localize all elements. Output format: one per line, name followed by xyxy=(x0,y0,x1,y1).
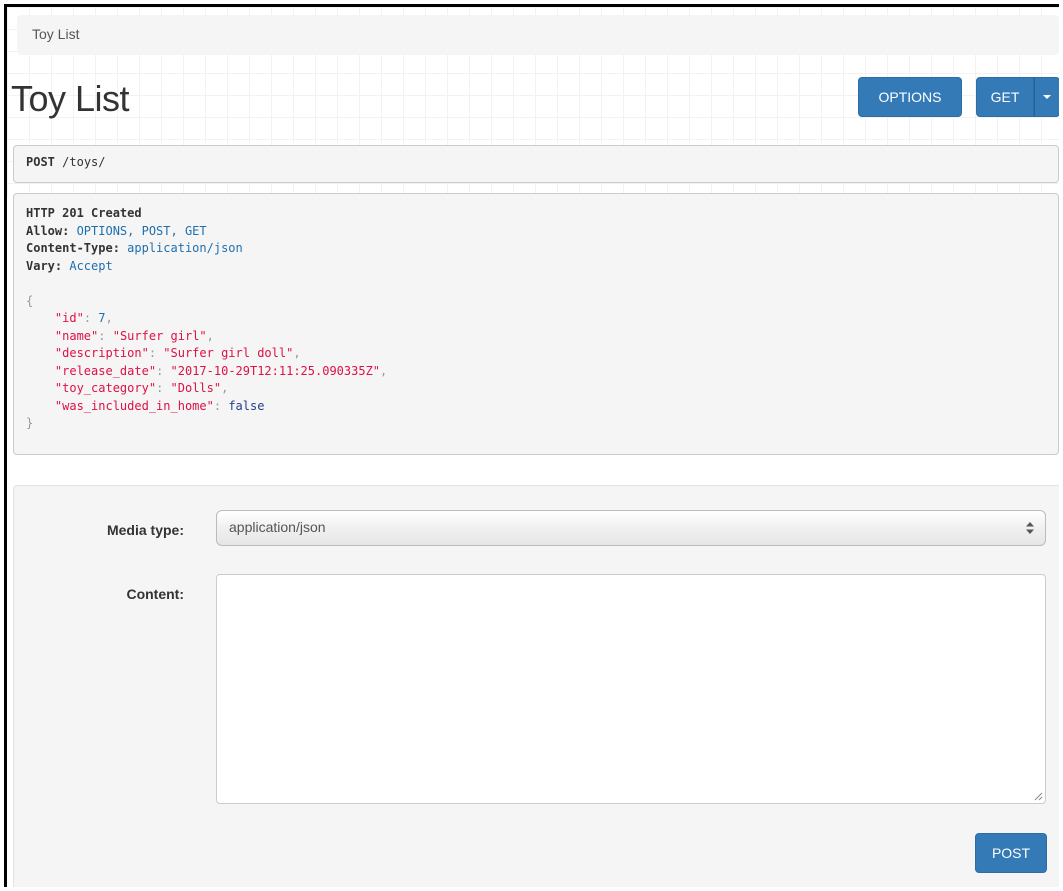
request-method: POST xyxy=(26,155,55,169)
json-field-release-date: "release_date": "2017-10-29T12:11:25.090… xyxy=(54,363,388,378)
json-close-brace: } xyxy=(26,416,34,430)
json-key: "toy_category" xyxy=(54,381,157,395)
response-status-line: HTTP 201 Created xyxy=(26,205,1046,223)
get-button[interactable]: GET xyxy=(976,77,1034,117)
json-field-id: "id": 7, xyxy=(54,311,113,325)
json-value: "Surfer girl" xyxy=(112,328,207,343)
caret-down-icon xyxy=(1043,95,1051,99)
media-type-select[interactable]: application/json xyxy=(216,510,1046,546)
resize-grip-icon[interactable] xyxy=(1033,791,1043,801)
json-key: "was_included_in_home" xyxy=(54,398,214,413)
content-textarea[interactable] xyxy=(216,574,1046,804)
page-title: Toy List xyxy=(11,78,130,119)
media-type-label: Media type: xyxy=(106,522,184,538)
json-value: "2017-10-29T12:11:25.090335Z" xyxy=(170,363,381,378)
json-key: "name" xyxy=(54,328,99,343)
get-format-dropdown-toggle[interactable] xyxy=(1034,77,1059,117)
header-key-allow: Allow xyxy=(26,223,63,238)
response-header-content-type: Content-Type: application/json xyxy=(26,241,243,255)
json-field-toy-category: "toy_category": "Dolls", xyxy=(54,381,229,395)
json-value: 7 xyxy=(98,311,106,325)
json-value: "Surfer girl doll" xyxy=(163,346,294,360)
header-key-vary: Vary xyxy=(26,258,55,273)
header-value-vary: Accept xyxy=(69,258,113,273)
header-value-content-type: application/json xyxy=(127,241,243,255)
raw-data-form: Media type: application/json Content: PO… xyxy=(13,485,1059,887)
options-button[interactable]: OPTIONS xyxy=(858,77,962,117)
response-header-vary: Vary: Accept xyxy=(26,258,113,273)
response-header-allow: Allow: OPTIONS, POST, GET xyxy=(26,223,207,238)
json-value: false xyxy=(228,398,265,413)
browser-page: Toy List Toy List OPTIONS GET POST /toys… xyxy=(4,4,1059,887)
json-key: "description" xyxy=(54,346,149,360)
breadcrumb-item-toy-list[interactable]: Toy List xyxy=(32,26,79,42)
post-button[interactable]: POST xyxy=(975,833,1047,873)
response-info: HTTP 201 Created Allow: OPTIONS, POST, GE… xyxy=(13,193,1059,455)
json-value: "Dolls" xyxy=(170,381,222,395)
breadcrumb: Toy List xyxy=(17,15,1059,55)
json-field-name: "name": "Surfer girl", xyxy=(54,328,214,343)
request-info: POST /toys/ xyxy=(13,145,1059,183)
content-label: Content: xyxy=(126,586,184,602)
header-value-allow: OPTIONS, POST, GET xyxy=(76,223,207,238)
media-type-selected-value: application/json xyxy=(229,519,326,535)
response-status: HTTP 201 Created xyxy=(26,206,142,220)
select-updown-icon xyxy=(1026,522,1034,534)
json-open-brace: { xyxy=(26,293,34,308)
json-field-description: "description": "Surfer girl doll", xyxy=(54,346,301,360)
request-path: /toys/ xyxy=(62,155,106,169)
json-key: "id" xyxy=(54,311,84,325)
json-field-was-included-in-home: "was_included_in_home": false xyxy=(54,398,265,413)
header-key-content-type: Content-Type xyxy=(26,241,113,255)
json-key: "release_date" xyxy=(54,363,157,378)
